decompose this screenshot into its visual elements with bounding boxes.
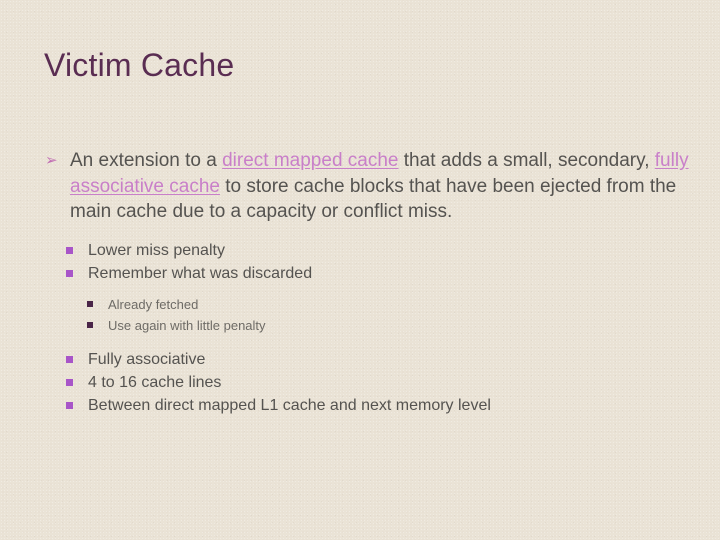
link-direct-mapped-cache[interactable]: direct mapped cache [222, 150, 398, 171]
page-title: Victim Cache [44, 47, 235, 83]
bullet-level1-text: An extension to a direct mapped cache th… [70, 148, 710, 225]
arrow-bullet-icon: ➢ [45, 152, 58, 169]
square-bullet-icon [66, 401, 73, 409]
bullet-level2-item: Fully associative [0, 348, 720, 371]
square-bullet-icon [87, 321, 93, 328]
text-segment-1: An extension to a [70, 150, 223, 171]
text-segment-2: that adds a small, secondary, [398, 150, 655, 171]
bullet-level3-label: Already fetched [108, 296, 199, 312]
bullet-level2-item: 4 to 16 cache lines [0, 371, 720, 394]
bullet-level3-item: Already fetched [0, 294, 720, 315]
bullet-level2-item: Lower miss penalty [0, 239, 720, 262]
square-bullet-icon [66, 355, 73, 363]
slide-body: ➢ An extension to a direct mapped cache … [0, 148, 720, 417]
square-bullet-icon [66, 246, 73, 254]
bullet-level3-group: Already fetched Use again with little pe… [0, 294, 720, 336]
bullet-level2-item: Between direct mapped L1 cache and next … [0, 394, 720, 417]
square-bullet-icon [87, 300, 93, 307]
bullet-level2-label: Remember what was discarded [88, 264, 313, 282]
bullet-level1: ➢ An extension to a direct mapped cache … [0, 148, 720, 225]
square-bullet-icon [66, 269, 73, 277]
bullet-level2-item: Remember what was discarded [0, 262, 720, 285]
bullet-level2-label: Lower miss penalty [88, 241, 225, 259]
bullet-level2-label: 4 to 16 cache lines [88, 373, 222, 391]
bullet-level2-group-second: Fully associative 4 to 16 cache lines Be… [0, 348, 720, 417]
square-bullet-icon [66, 378, 73, 386]
bullet-level3-item: Use again with little penalty [0, 315, 720, 336]
slide: Victim Cache ➢ An extension to a direct … [0, 0, 720, 540]
bullet-level2-label: Between direct mapped L1 cache and next … [88, 396, 491, 414]
bullet-level2-group-first: Lower miss penalty Remember what was dis… [0, 239, 720, 285]
bullet-level2-label: Fully associative [88, 350, 206, 368]
bullet-level3-label: Use again with little penalty [108, 317, 266, 333]
